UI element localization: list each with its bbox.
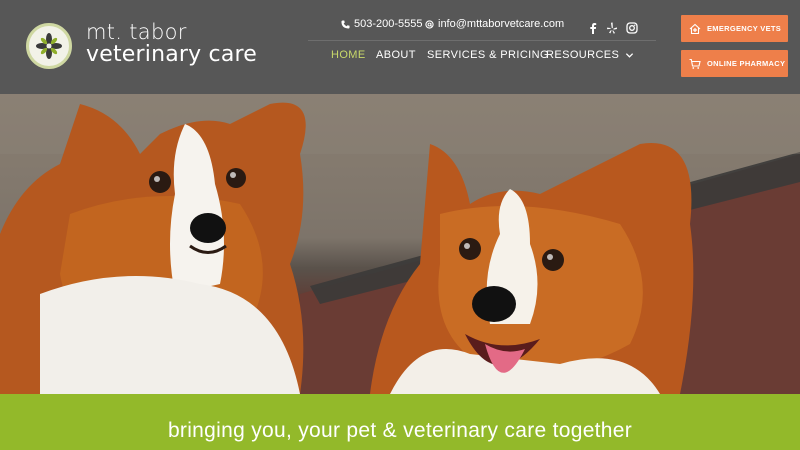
nav-divider: [308, 40, 656, 41]
nav-resources[interactable]: RESOURCES: [546, 49, 634, 61]
email-link[interactable]: info@mttaborvetcare.com: [425, 18, 564, 30]
flower-icon: [36, 33, 62, 59]
two-sheltie-dogs-photo: [0, 94, 800, 394]
nav-home[interactable]: HOME: [331, 49, 366, 61]
nav-about-label: ABOUT: [376, 49, 416, 61]
tagline-text: bringing you, your pet & veterinary care…: [167, 419, 633, 442]
instagram-icon[interactable]: [626, 21, 638, 35]
brand-name[interactable]: mt. tabor veterinary care: [86, 22, 257, 66]
nav-services-label: SERVICES & PRICING: [427, 49, 549, 61]
yelp-icon[interactable]: [606, 21, 618, 35]
nav-home-label: HOME: [331, 49, 366, 61]
right-dog: [370, 143, 694, 394]
phone-icon: [341, 19, 350, 29]
nav-about[interactable]: ABOUT: [376, 49, 416, 61]
chevron-down-icon: [626, 52, 634, 58]
emergency-vets-button[interactable]: EMERGENCY VETS: [681, 15, 788, 42]
at-icon: [425, 19, 434, 29]
phone-link[interactable]: 503-200-5555: [341, 18, 423, 30]
brand-line-1: mt. tabor: [86, 20, 187, 44]
phone-number: 503-200-5555: [354, 18, 423, 30]
nav-resources-label: RESOURCES: [546, 49, 620, 61]
emergency-vets-label: EMERGENCY VETS: [707, 24, 782, 33]
cart-icon: [689, 58, 701, 69]
brand-line-2: veterinary care: [86, 42, 258, 67]
tagline-banner: bringing you, your pet & veterinary care…: [0, 394, 800, 450]
hero-image: [0, 94, 800, 394]
online-pharmacy-label: ONLINE PHARMACY: [707, 59, 786, 68]
nav-services-pricing[interactable]: SERVICES & PRICING: [427, 49, 549, 61]
online-pharmacy-button[interactable]: ONLINE PHARMACY: [681, 50, 788, 77]
site-header: mt. tabor veterinary care 503-200-5555 i…: [0, 0, 800, 94]
logo-icon[interactable]: [26, 23, 72, 69]
email-address: info@mttaborvetcare.com: [438, 18, 565, 30]
facebook-icon[interactable]: [587, 21, 599, 35]
house-plus-icon: [689, 23, 701, 34]
